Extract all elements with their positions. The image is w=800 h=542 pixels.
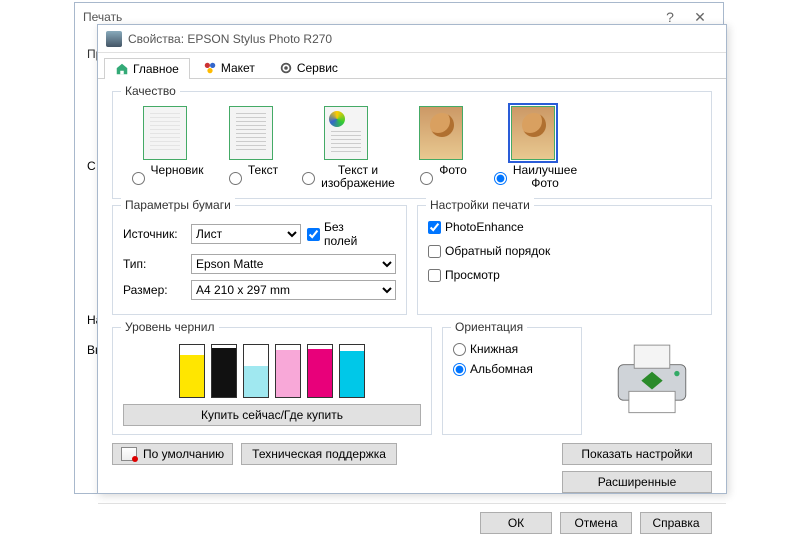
paper-legend: Параметры бумаги bbox=[121, 198, 235, 212]
tab-layout[interactable]: Макет bbox=[192, 57, 266, 78]
ink-lightmagenta bbox=[275, 344, 301, 398]
advanced-button[interactable]: Расширенные bbox=[562, 471, 712, 493]
properties-titlebar: Свойства: EPSON Stylus Photo R270 bbox=[98, 25, 726, 53]
quality-best-photo[interactable]: Наилучшее Фото bbox=[491, 106, 575, 190]
orient-legend: Ориентация bbox=[451, 320, 527, 334]
borderless-checkbox[interactable]: Без полей bbox=[307, 220, 369, 248]
bg-text-fragment2: С bbox=[87, 159, 96, 173]
quality-photo[interactable]: Фото bbox=[405, 106, 477, 190]
ink-bars bbox=[123, 342, 421, 404]
layout-icon bbox=[203, 61, 217, 75]
paper-group: Параметры бумаги Источник: Лист Без поле… bbox=[112, 205, 407, 315]
quality-legend: Качество bbox=[121, 84, 180, 98]
ink-group: Уровень чернил Купить сейчас/Где купить bbox=[112, 327, 432, 435]
ink-lightcyan bbox=[243, 344, 269, 398]
default-button[interactable]: По умолчанию bbox=[112, 443, 233, 465]
source-select[interactable]: Лист bbox=[191, 224, 301, 244]
quality-text[interactable]: Текст bbox=[215, 106, 287, 190]
printer-icon-large bbox=[607, 338, 697, 418]
properties-dialog: Свойства: EPSON Stylus Photo R270 Главно… bbox=[97, 24, 727, 494]
quality-draft[interactable]: Черновик bbox=[129, 106, 201, 190]
source-label: Источник: bbox=[123, 227, 185, 241]
photoenhance-checkbox[interactable]: PhotoEnhance bbox=[428, 220, 701, 234]
landscape-radio[interactable]: Альбомная bbox=[453, 362, 571, 376]
show-settings-button[interactable]: Показать настройки bbox=[562, 443, 712, 465]
ink-yellow bbox=[179, 344, 205, 398]
properties-title: Свойства: EPSON Stylus Photo R270 bbox=[128, 32, 332, 46]
ink-legend: Уровень чернил bbox=[121, 320, 219, 334]
cancel-button[interactable]: Отмена bbox=[560, 512, 632, 534]
default-icon bbox=[121, 447, 137, 461]
quality-text-image[interactable]: Текст и изображение bbox=[301, 106, 391, 190]
type-label: Тип: bbox=[123, 257, 185, 271]
ok-button[interactable]: ОК bbox=[480, 512, 552, 534]
ink-magenta bbox=[307, 344, 333, 398]
tech-support-button[interactable]: Техническая поддержка bbox=[241, 443, 397, 465]
printer-icon bbox=[106, 31, 122, 47]
help-button[interactable]: Справка bbox=[640, 512, 712, 534]
tab-service[interactable]: Сервис bbox=[268, 57, 349, 78]
printer-image bbox=[592, 321, 712, 435]
size-label: Размер: bbox=[123, 283, 185, 297]
help-icon[interactable]: ? bbox=[655, 9, 685, 25]
print-settings-group: Настройки печати PhotoEnhance Обратный п… bbox=[417, 205, 712, 315]
quality-group: Качество Черновик Текст Текст и изображе… bbox=[112, 91, 712, 199]
buy-ink-button[interactable]: Купить сейчас/Где купить bbox=[123, 404, 421, 426]
close-icon[interactable]: ✕ bbox=[685, 9, 715, 26]
home-icon bbox=[115, 62, 129, 76]
preview-checkbox[interactable]: Просмотр bbox=[428, 268, 701, 282]
gear-icon bbox=[279, 61, 293, 75]
ink-cyan bbox=[339, 344, 365, 398]
ink-black bbox=[211, 344, 237, 398]
print-title: Печать bbox=[83, 10, 122, 24]
reverse-order-checkbox[interactable]: Обратный порядок bbox=[428, 244, 701, 258]
orientation-group: Ориентация Книжная Альбомная bbox=[442, 327, 582, 435]
tab-main[interactable]: Главное bbox=[104, 58, 190, 79]
portrait-radio[interactable]: Книжная bbox=[453, 342, 571, 356]
size-select[interactable]: A4 210 x 297 mm bbox=[191, 280, 396, 300]
type-select[interactable]: Epson Matte bbox=[191, 254, 396, 274]
settings-legend: Настройки печати bbox=[426, 198, 534, 212]
tab-strip: Главное Макет Сервис bbox=[98, 53, 726, 79]
